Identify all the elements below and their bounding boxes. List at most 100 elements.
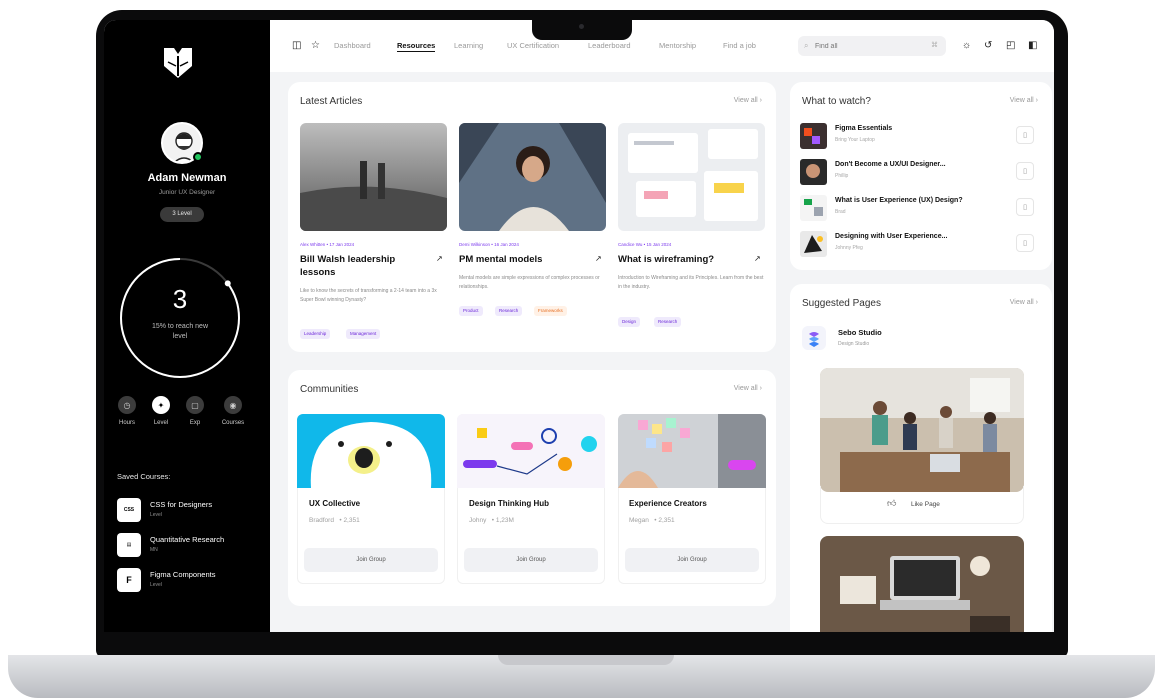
video-item[interactable]: What is User Experience (UX) Design? Bra… [800, 194, 1034, 222]
sidebar-toggle-icon[interactable]: ◫ [292, 40, 301, 51]
article-tag[interactable]: Design [618, 317, 641, 327]
what-to-watch-title: What to watch? [802, 96, 871, 107]
search-input[interactable] [815, 40, 911, 52]
stat-level[interactable]: ✦ Level [146, 396, 176, 426]
nav-ux-certification[interactable]: UX Certification [507, 41, 559, 50]
level-caption: 15% to reach new level [151, 323, 209, 340]
stat-exp[interactable]: ▢ Exp [180, 396, 210, 426]
view-all-pages-link[interactable]: View all › [1010, 299, 1038, 306]
nav-dashboard[interactable]: Dashboard [334, 41, 371, 50]
saved-course-item[interactable]: ▤ Quantitative Research MN [117, 533, 262, 559]
nav-leaderboard[interactable]: Leaderboard [588, 41, 631, 50]
article-title[interactable]: Bill Walsh leadership lessons [300, 253, 418, 279]
search-icon: ⌕ [804, 41, 809, 50]
community-meta: Megan • 2,351 [629, 517, 675, 524]
video-item[interactable]: Designing with User Experience... Johnny… [800, 230, 1034, 258]
article-image[interactable] [459, 123, 606, 231]
article-tag[interactable]: Leadership [300, 329, 331, 339]
video-thumbnail [800, 123, 827, 149]
video-thumbnail [800, 231, 827, 257]
bookmark-icon[interactable]: ▯ [1016, 162, 1034, 180]
article-description: Introduction to Wireframing and its Prin… [618, 275, 764, 290]
bookmark-icon[interactable]: ▯ [1016, 126, 1034, 144]
suggested-page-image[interactable] [820, 368, 1024, 492]
suggested-page-name[interactable]: Sebo Studio [838, 328, 882, 337]
sebo-studio-logo-icon[interactable] [802, 326, 826, 350]
bookmark-icon[interactable]: ▯ [1016, 234, 1034, 252]
article-title[interactable]: What is wireframing? [618, 253, 748, 266]
view-all-articles-link[interactable]: View all › [734, 97, 762, 104]
app-logo-icon[interactable] [162, 46, 194, 80]
online-status-dot [193, 152, 203, 162]
article-image[interactable] [618, 123, 765, 231]
community-title[interactable]: UX Collective [309, 499, 360, 508]
nav-learning[interactable]: Learning [454, 41, 483, 50]
community-meta: Johny • 1,23M [469, 517, 514, 524]
nav-mentorship[interactable]: Mentorship [659, 41, 696, 50]
arrow-up-right-icon[interactable]: ↗ [595, 254, 602, 263]
view-all-communities-link[interactable]: View all › [734, 385, 762, 392]
app-screen: Adam Newman Junior UX Designer 3 Level 3… [104, 20, 1054, 632]
article-description: Like to know the secrets of transforming… [300, 288, 437, 303]
user-role: Junior UX Designer [158, 189, 216, 196]
community-meta: Bradford • 2,351 [309, 517, 360, 524]
clock-icon: ◷ [118, 396, 136, 414]
article-meta: Alex Whitten • 17 Jan 2024 [300, 242, 355, 247]
communities-title: Communities [300, 384, 359, 395]
panel-toggle-icon[interactable]: ◧ [1028, 40, 1037, 51]
community-title[interactable]: Design Thinking Hub [469, 499, 549, 508]
article-tag[interactable]: Research [495, 306, 523, 316]
join-group-button[interactable]: Join Group [464, 548, 598, 572]
css-icon: CSS [117, 498, 141, 522]
sidebar: Adam Newman Junior UX Designer 3 Level 3… [104, 20, 270, 632]
history-icon[interactable]: ↺ [984, 40, 992, 51]
laptop-base [8, 655, 1155, 698]
camera-notch [532, 18, 632, 40]
suggested-pages-card: Suggested Pages View all › Sebo Studio D… [790, 284, 1052, 632]
suggested-page-image[interactable] [820, 536, 1024, 632]
nav-find-a-job[interactable]: Find a job [723, 41, 756, 50]
article-tag[interactable]: Frameworks [534, 306, 567, 316]
level-icon: ✦ [152, 396, 170, 414]
suggested-pages-title: Suggested Pages [802, 298, 881, 309]
community-image [618, 414, 766, 488]
suggested-page-category: Design Studio [838, 341, 870, 347]
article-meta: Demi Wilkinson • 16 Jan 2024 [459, 242, 519, 247]
article-tag[interactable]: Research [654, 317, 682, 327]
community-image [297, 414, 445, 488]
notifications-icon[interactable]: ◰ [1006, 40, 1015, 51]
thumbs-up-icon: 👍︎ [887, 498, 897, 508]
arrow-up-right-icon[interactable]: ↗ [436, 254, 443, 263]
join-group-button[interactable]: Join Group [625, 548, 759, 572]
video-item[interactable]: Don't Become a UX/UI Designer... Phillip… [800, 158, 1034, 186]
nav-resources[interactable]: Resources [397, 41, 436, 52]
article-title[interactable]: PM mental models [459, 253, 589, 266]
saved-course-item[interactable]: CSS CSS for Designers Level [117, 498, 262, 524]
article-tag[interactable]: Management [346, 329, 381, 339]
stat-hours[interactable]: ◷ Hours [112, 396, 142, 426]
level-progress-ring [120, 258, 240, 378]
sun-icon[interactable]: ☼ [962, 40, 971, 51]
top-navigation: ◫ ☆ Dashboard Resources Learning UX Cert… [270, 20, 1054, 72]
article-meta: Candice Wu • 15 Jan 2024 [618, 242, 672, 247]
what-to-watch-card: What to watch? View all › Figma Essentia… [790, 82, 1052, 270]
search-bar[interactable]: ⌕ ⌘ [798, 36, 946, 56]
article-tag[interactable]: Product [459, 306, 483, 316]
video-thumbnail [800, 159, 827, 185]
view-all-videos-link[interactable]: View all › [1010, 97, 1038, 104]
star-icon[interactable]: ☆ [311, 40, 320, 51]
stat-courses[interactable]: ◉ Courses [218, 396, 248, 426]
community-title[interactable]: Experience Creators [629, 499, 707, 508]
join-group-button[interactable]: Join Group [304, 548, 438, 572]
article-image[interactable] [300, 123, 447, 231]
saved-course-item[interactable]: F Figma Components Level [117, 568, 262, 594]
video-thumbnail [800, 195, 827, 221]
level-number: 3 [172, 284, 188, 314]
courses-icon: ◉ [224, 396, 242, 414]
bookmark-icon[interactable]: ▯ [1016, 198, 1034, 216]
arrow-up-right-icon[interactable]: ↗ [754, 254, 761, 263]
saved-courses-heading: Saved Courses: [117, 472, 171, 481]
video-item[interactable]: Figma Essentials Bring Your Laptop ▯ [800, 122, 1034, 150]
search-shortcut: ⌘ [931, 42, 938, 49]
like-page-button[interactable]: 👍︎ Like Page [820, 486, 1024, 524]
